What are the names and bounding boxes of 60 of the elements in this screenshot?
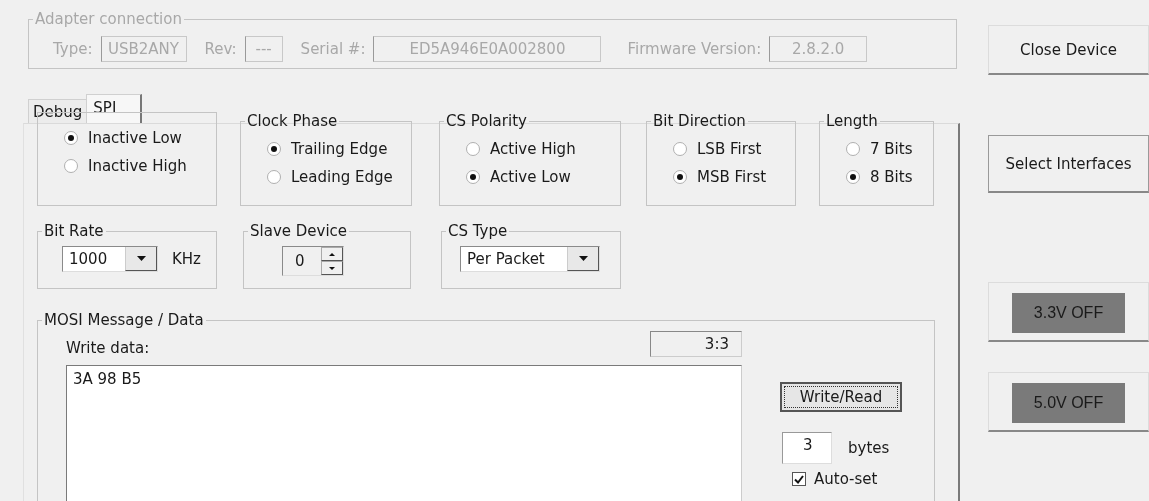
radio-button[interactable] (267, 170, 281, 184)
side-button[interactable]: Select Interfaces (988, 135, 1149, 193)
radio-label: Active Low (490, 168, 571, 186)
radio-label: Inactive High (88, 157, 187, 175)
group-title: Adapter connection (34, 10, 183, 28)
check-icon (794, 474, 804, 484)
radio-button[interactable] (846, 170, 860, 184)
write-data-label: Write data: (66, 339, 150, 357)
field-label: Type: (53, 40, 93, 58)
write-read-button[interactable]: Write/Read (780, 382, 902, 412)
radio-label: 8 Bits (870, 168, 913, 186)
radio-button[interactable] (466, 170, 480, 184)
bytes-input[interactable]: 3 (782, 432, 832, 464)
readonly-field: USB2ANY (100, 36, 187, 62)
radio-label: Trailing Edge (291, 140, 388, 158)
radio-button[interactable] (64, 159, 78, 173)
group-title: Clock Phase (246, 112, 339, 130)
spin-down-button[interactable] (321, 261, 343, 275)
group-title: CS Type (447, 222, 509, 240)
checkbox[interactable] (792, 472, 806, 486)
field-label: Rev: (204, 40, 237, 58)
radio-label: Leading Edge (291, 168, 393, 186)
radio-button[interactable] (267, 142, 281, 156)
radio-button[interactable] (673, 170, 687, 184)
radio-label: MSB First (697, 168, 767, 186)
side-button[interactable]: Close Device (988, 25, 1149, 75)
byte-counter: 3:3 (650, 331, 742, 357)
radio-label: LSB First (697, 140, 762, 158)
readonly-field: ED5A946E0A002800 (373, 36, 602, 62)
group-title: Bit Rate (43, 222, 105, 240)
power-button[interactable]: 3.3V OFF (1012, 293, 1125, 333)
down-arrow-icon (329, 266, 335, 270)
group-title: CS Polarity (445, 112, 528, 130)
spin-up-button[interactable] (321, 247, 343, 261)
radio-label: Inactive Low (88, 129, 182, 147)
radio-label: 7 Bits (870, 140, 913, 158)
checkbox-label: Auto-set (814, 470, 878, 488)
field-label: Serial #: (300, 40, 366, 58)
group-title: Bit Direction (652, 112, 747, 130)
spin-box[interactable]: 0 (282, 246, 344, 276)
radio-button[interactable] (673, 142, 687, 156)
write-data-field[interactable]: 3A 98 B5 (66, 365, 742, 501)
readonly-field: --- (244, 36, 283, 62)
bytes-label: bytes (848, 439, 890, 457)
unit-label: KHz (172, 250, 201, 268)
field-label: Firmware Version: (627, 40, 762, 58)
down-arrow-icon (578, 256, 588, 261)
radio-button[interactable] (466, 142, 480, 156)
bit-rate-dropdown[interactable]: 1000 (62, 246, 158, 272)
radio-button[interactable] (846, 142, 860, 156)
readonly-field: 2.8.2.0 (769, 36, 868, 62)
group-title: Slave Device (249, 222, 349, 240)
radio-label: Active High (490, 140, 576, 158)
down-arrow-icon (136, 256, 146, 261)
cs-type-dropdown[interactable]: Per Packet (460, 246, 600, 272)
power-button[interactable]: 5.0V OFF (1012, 383, 1125, 423)
radio-button[interactable] (64, 131, 78, 145)
group-title: MOSI Message / Data (43, 311, 205, 329)
group-title: Length (825, 112, 879, 130)
up-arrow-icon (329, 252, 335, 256)
